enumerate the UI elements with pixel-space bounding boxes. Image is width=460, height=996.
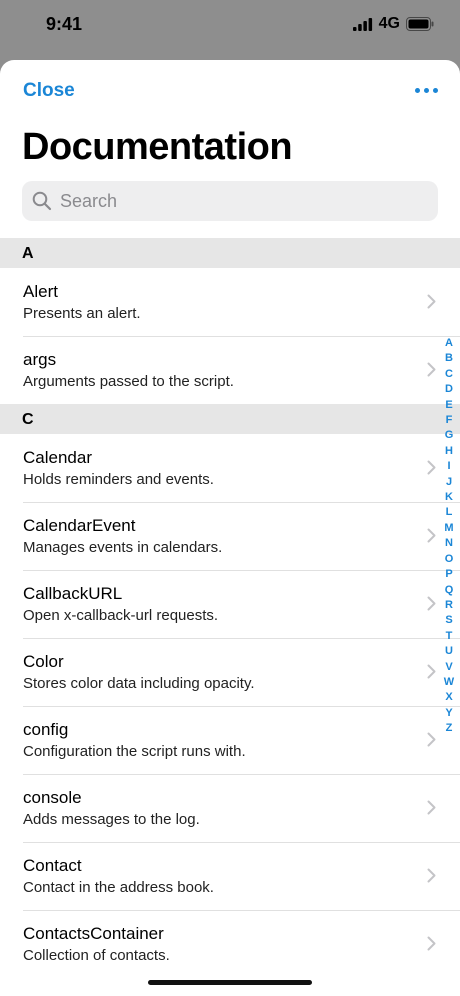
index-letter[interactable]: Y xyxy=(445,706,452,721)
home-indicator[interactable] xyxy=(148,980,312,985)
item-subtitle: Manages events in calendars. xyxy=(23,539,223,556)
list-item[interactable]: args Arguments passed to the script. xyxy=(0,336,460,404)
list-item[interactable]: ContactsContainer Collection of contacts… xyxy=(0,910,460,978)
item-subtitle: Collection of contacts. xyxy=(23,947,170,964)
documentation-sheet: Close Documentation A Alert Presents an … xyxy=(0,60,460,996)
chevron-right-icon xyxy=(427,596,436,611)
list-item[interactable]: config Configuration the script runs wit… xyxy=(0,706,460,774)
item-title: console xyxy=(23,788,82,807)
index-letter[interactable]: N xyxy=(445,536,453,551)
section-index[interactable]: ABCDEFGHIJKLMNOPQRSTUVWXYZ xyxy=(442,336,456,737)
item-title: CalendarEvent xyxy=(23,516,136,535)
index-letter[interactable]: A xyxy=(445,336,453,351)
index-letter[interactable]: Z xyxy=(446,721,453,736)
item-subtitle: Configuration the script runs with. xyxy=(23,743,246,760)
item-title: config xyxy=(23,720,69,739)
index-letter[interactable]: D xyxy=(445,382,453,397)
list-item[interactable]: Contact Contact in the address book. xyxy=(0,842,460,910)
index-letter[interactable]: W xyxy=(444,675,454,690)
index-letter[interactable]: P xyxy=(445,567,452,582)
chevron-right-icon xyxy=(427,868,436,883)
index-letter[interactable]: Q xyxy=(445,583,454,598)
item-title: ContactsContainer xyxy=(23,924,164,943)
list-item[interactable]: Alert Presents an alert. xyxy=(0,268,460,336)
page-title: Documentation xyxy=(22,126,293,168)
index-letter[interactable]: H xyxy=(445,444,453,459)
index-letter[interactable]: M xyxy=(444,521,453,536)
item-subtitle: Adds messages to the log. xyxy=(23,811,200,828)
index-letter[interactable]: F xyxy=(446,413,453,428)
index-letter[interactable]: L xyxy=(446,505,453,520)
status-time: 9:41 xyxy=(46,14,83,34)
index-letter[interactable]: O xyxy=(445,552,454,567)
item-subtitle: Arguments passed to the script. xyxy=(23,373,234,390)
search-icon xyxy=(32,191,52,211)
index-letter[interactable]: K xyxy=(445,490,453,505)
item-subtitle: Holds reminders and events. xyxy=(23,471,214,488)
item-subtitle: Contact in the address book. xyxy=(23,879,214,896)
status-bar: 9:41 4G xyxy=(0,0,460,56)
ellipsis-icon[interactable] xyxy=(415,88,438,93)
chevron-right-icon xyxy=(427,460,436,475)
item-title: Alert xyxy=(23,282,58,301)
close-button[interactable]: Close xyxy=(23,80,75,102)
item-title: Calendar xyxy=(23,448,92,467)
search-bar[interactable] xyxy=(22,181,438,221)
chevron-right-icon xyxy=(427,800,436,815)
list-item[interactable]: console Adds messages to the log. xyxy=(0,774,460,842)
item-title: args xyxy=(23,350,57,369)
list-item[interactable]: Color Stores color data including opacit… xyxy=(0,638,460,706)
chevron-right-icon xyxy=(427,664,436,679)
index-letter[interactable]: T xyxy=(446,629,453,644)
item-subtitle: Stores color data including opacity. xyxy=(23,675,255,692)
index-letter[interactable]: G xyxy=(445,428,454,443)
battery-icon xyxy=(406,17,434,31)
item-title: CallbackURL xyxy=(23,584,123,603)
signal-icon xyxy=(352,17,372,31)
list-item[interactable]: CallbackURL Open x-callback-url requests… xyxy=(0,570,460,638)
section-header-c: C xyxy=(0,404,460,434)
item-title: Color xyxy=(23,652,64,671)
index-letter[interactable]: C xyxy=(445,367,453,382)
section-header-a: A xyxy=(0,238,460,268)
chevron-right-icon xyxy=(427,294,436,309)
documentation-list: A Alert Presents an alert. args Argument… xyxy=(0,238,460,978)
chevron-right-icon xyxy=(427,732,436,747)
index-letter[interactable]: V xyxy=(445,660,452,675)
index-letter[interactable]: R xyxy=(445,598,453,613)
status-icons: 4G xyxy=(352,15,434,33)
index-letter[interactable]: B xyxy=(445,351,453,366)
index-letter[interactable]: X xyxy=(445,690,452,705)
chevron-right-icon xyxy=(427,362,436,377)
search-input[interactable] xyxy=(58,189,422,213)
chevron-right-icon xyxy=(427,936,436,951)
index-letter[interactable]: I xyxy=(447,459,450,474)
network-type: 4G xyxy=(378,15,400,32)
list-item[interactable]: Calendar Holds reminders and events. xyxy=(0,434,460,502)
item-subtitle: Open x-callback-url requests. xyxy=(23,607,219,624)
index-letter[interactable]: J xyxy=(446,475,452,490)
list-item[interactable]: CalendarEvent Manages events in calendar… xyxy=(0,502,460,570)
item-title: Contact xyxy=(23,856,82,875)
index-letter[interactable]: U xyxy=(445,644,453,659)
index-letter[interactable]: S xyxy=(445,613,452,628)
item-subtitle: Presents an alert. xyxy=(23,305,141,322)
index-letter[interactable]: E xyxy=(445,398,452,413)
chevron-right-icon xyxy=(427,528,436,543)
